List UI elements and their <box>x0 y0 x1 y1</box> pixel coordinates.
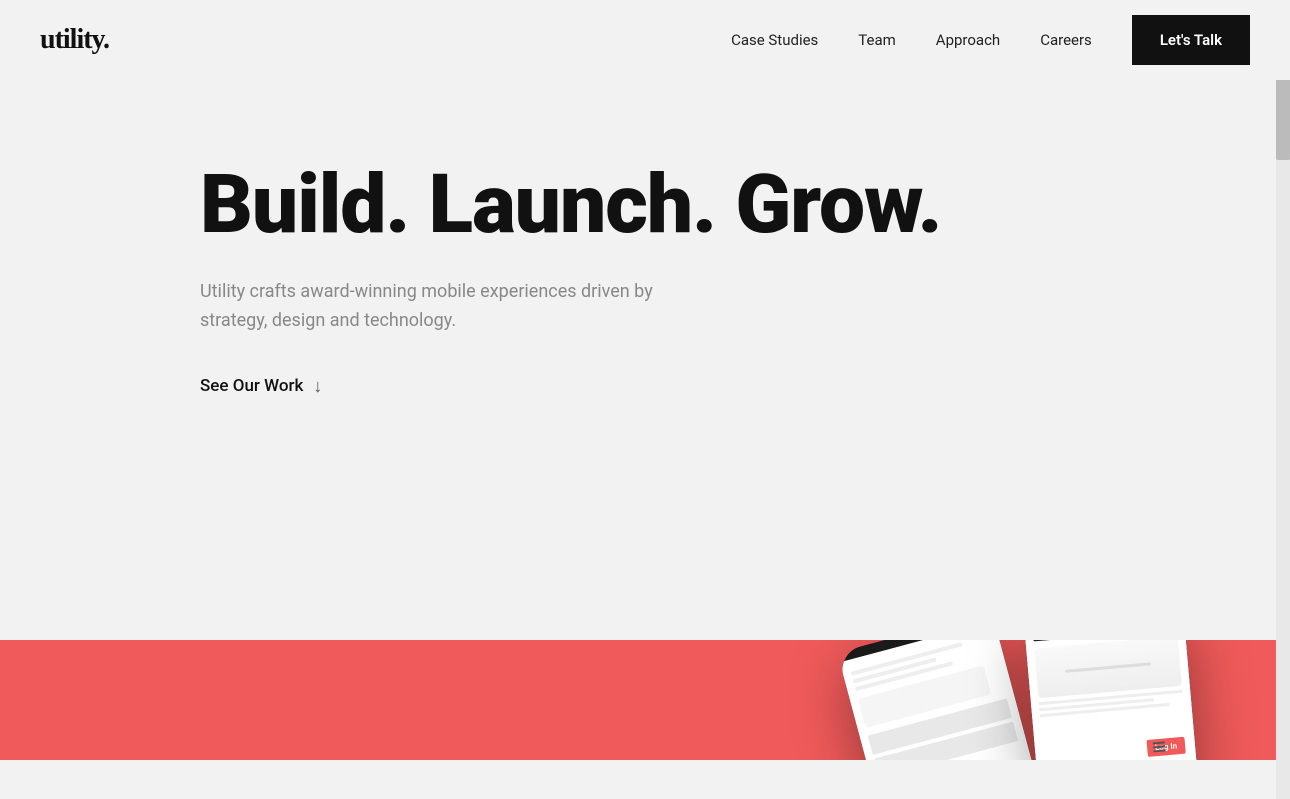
nav: Case Studies Team Approach Careers Let's… <box>731 15 1250 65</box>
hero-subtext-line2: strategy, design and technology. <box>200 310 456 331</box>
arrow-down-icon: ↓ <box>313 376 322 397</box>
nav-approach[interactable]: Approach <box>936 31 1000 49</box>
scrollbar[interactable] <box>1276 0 1290 799</box>
nav-case-studies[interactable]: Case Studies <box>731 31 818 49</box>
red-section: Log In <box>0 640 1290 760</box>
phone-screen-left <box>840 640 1039 760</box>
hero-subtext-line1: Utility crafts award-winning mobile expe… <box>200 281 653 302</box>
hero-section: Build. Launch. Grow. Utility crafts awar… <box>0 80 1290 640</box>
hero-headline: Build. Launch. Grow. <box>200 160 1250 250</box>
nav-careers[interactable]: Careers <box>1040 31 1092 49</box>
see-our-work-label: See Our Work <box>200 376 303 396</box>
header: utility. Case Studies Team Approach Care… <box>0 0 1290 80</box>
nav-team[interactable]: Team <box>858 31 896 49</box>
lets-talk-button[interactable]: Let's Talk <box>1132 15 1250 65</box>
see-our-work-link[interactable]: See Our Work ↓ <box>200 376 1250 397</box>
hero-subtext: Utility crafts award-winning mobile expe… <box>200 278 700 336</box>
phone-mockup-container: Log In <box>850 640 1190 760</box>
phone-screen-right: Log In <box>1024 640 1198 760</box>
logo[interactable]: utility. <box>40 24 109 56</box>
phone-mockup-right: Log In <box>1023 640 1198 760</box>
phone-mockup-left <box>837 640 1038 760</box>
